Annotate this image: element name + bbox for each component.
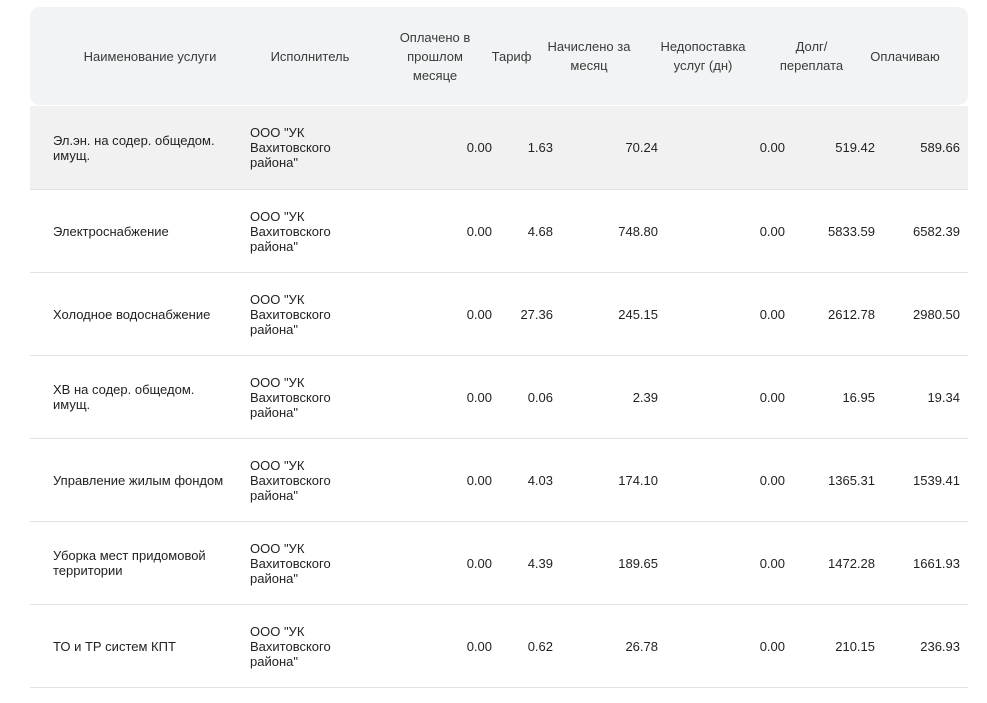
paid-last-month-value: 0.00: [466, 140, 492, 155]
paying-value: 1539.41: [913, 472, 960, 488]
tariff-value: 0.06: [527, 389, 553, 405]
table-row: Управление жилым фондом ООО "УК Вахитовс…: [30, 439, 968, 522]
tariff-value: 1.63: [527, 140, 553, 155]
column-header-paying: Оплачиваю: [870, 48, 940, 64]
paid-last-month-value: 0.00: [466, 389, 492, 405]
tariff-value: 4.68: [527, 223, 553, 239]
paying-value: 1661.93: [913, 555, 960, 571]
executor-name: ООО "УК Вахитовского района": [250, 208, 331, 254]
executor-name: ООО "УК Вахитовского района": [250, 540, 331, 586]
table-row: Эл.эн. на содер. общедом. имущ. ООО "УК …: [30, 106, 968, 190]
charged-value: 245.15: [618, 306, 658, 322]
paid-last-month-value: 0.00: [466, 306, 492, 322]
charged-value: 70.24: [625, 140, 658, 155]
service-name: Эл.эн. на содер. общедом. имущ.: [53, 132, 215, 163]
tariff-value: 27.36: [520, 306, 553, 322]
column-header-service-name: Наименование услуги: [83, 48, 217, 64]
debt-value: 1472.28: [828, 555, 875, 571]
charged-value: 2.39: [632, 389, 658, 405]
charged-value: 174.10: [618, 472, 658, 488]
service-name: Управление жилым фондом: [53, 472, 224, 488]
executor-name: ООО "УК Вахитовского района": [250, 374, 331, 420]
charged-value: 748.80: [618, 223, 658, 239]
paying-value: 236.93: [920, 638, 960, 654]
executor-name: ООО "УК Вахитовского района": [250, 291, 331, 337]
service-name: Электроснабжение: [53, 223, 169, 239]
tariff-value: 4.03: [527, 472, 553, 488]
column-header-executor: Исполнитель: [270, 48, 350, 64]
shortfall-value: 0.00: [759, 223, 785, 239]
paid-last-month-value: 0.00: [466, 223, 492, 239]
service-name: ТО и ТР систем КПТ: [53, 638, 176, 654]
charged-value: 26.78: [625, 638, 658, 654]
shortfall-value: 0.00: [759, 555, 785, 571]
column-header-shortfall: Недопоставка услуг (дн): [660, 39, 746, 73]
column-header-debt: Долг/ переплата: [779, 39, 844, 73]
shortfall-value: 0.00: [759, 306, 785, 322]
table-row: Холодное водоснабжение ООО "УК Вахитовск…: [30, 273, 968, 356]
column-header-charged: Начислено за месяц: [547, 39, 631, 73]
table-row: Электроснабжение ООО "УК Вахитовского ра…: [30, 190, 968, 273]
column-header-paid-last-month: Оплачено в прошлом месяце: [399, 29, 471, 83]
tariff-value: 4.39: [527, 555, 553, 571]
debt-value: 519.42: [835, 140, 875, 155]
paid-last-month-value: 0.00: [466, 638, 492, 654]
debt-value: 210.15: [835, 638, 875, 654]
service-name: Уборка мест придомовой территории: [53, 548, 206, 578]
paying-value: 2980.50: [913, 306, 960, 322]
service-name: ХВ на содер. общедом. имущ.: [53, 382, 195, 412]
debt-value: 1365.31: [828, 472, 875, 488]
service-name: Холодное водоснабжение: [53, 306, 211, 322]
debt-value: 16.95: [842, 389, 875, 405]
services-table: Наименование услуги Исполнитель Оплачено…: [30, 7, 968, 688]
shortfall-value: 0.00: [759, 472, 785, 488]
paid-last-month-value: 0.00: [466, 555, 492, 571]
table-row: ТО и ТР систем КПТ ООО "УК Вахитовского …: [30, 605, 968, 688]
tariff-value: 0.62: [527, 638, 553, 654]
table-row: Уборка мест придомовой территории ООО "У…: [30, 522, 968, 605]
table-header: Наименование услуги Исполнитель Оплачено…: [30, 7, 968, 105]
table-body: Эл.эн. на содер. общедом. имущ. ООО "УК …: [30, 106, 968, 688]
charged-value: 189.65: [618, 555, 658, 571]
shortfall-value: 0.00: [759, 389, 785, 405]
executor-name: ООО "УК Вахитовского района": [250, 125, 331, 170]
debt-value: 2612.78: [828, 306, 875, 322]
table-row: ХВ на содер. общедом. имущ. ООО "УК Вахи…: [30, 356, 968, 439]
executor-name: ООО "УК Вахитовского района": [250, 457, 331, 503]
paying-value: 6582.39: [913, 223, 960, 239]
debt-value: 5833.59: [828, 223, 875, 239]
executor-name: ООО "УК Вахитовского района": [250, 623, 331, 669]
column-header-tariff: Тариф: [491, 48, 532, 64]
paid-last-month-value: 0.00: [466, 472, 492, 488]
paying-value: 19.34: [927, 389, 960, 405]
shortfall-value: 0.00: [759, 140, 785, 155]
shortfall-value: 0.00: [759, 638, 785, 654]
paying-value: 589.66: [920, 140, 960, 155]
